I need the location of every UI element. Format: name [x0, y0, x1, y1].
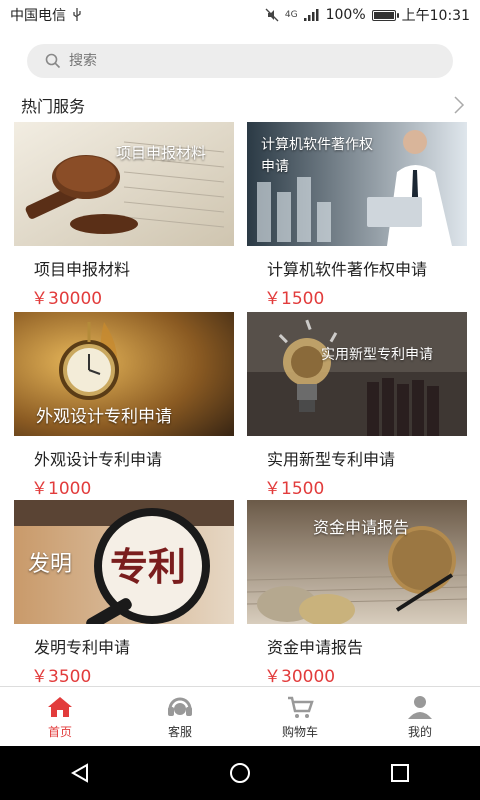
tab-profile[interactable]: 我的	[360, 687, 480, 747]
thumbnail-caption: 实用新型专利申请	[321, 347, 433, 363]
service-price: ￥1500	[264, 289, 325, 309]
tab-label: 我的	[407, 724, 432, 739]
service-name: 项目申报材料	[34, 260, 131, 279]
cart-icon	[288, 696, 314, 718]
chevron-right-icon[interactable]	[453, 95, 465, 115]
tab-customer-service[interactable]: 客服	[120, 687, 240, 747]
service-card[interactable]: 资金申请报告 资金申请报告 ￥30000	[247, 500, 467, 687]
service-thumbnail: 项目申报材料	[14, 122, 234, 246]
profile-icon	[408, 695, 432, 719]
service-card[interactable]: 计算机软件著作权 申请 计算机软件著作权申请 ￥1500	[247, 122, 467, 309]
section-title: 热门服务	[21, 97, 86, 116]
service-card[interactable]: 实用新型专利申请 实用新型专利申请 ￥1500	[247, 312, 467, 499]
tab-cart[interactable]: 购物车	[240, 687, 360, 747]
service-card[interactable]: 项目申报材料 项目申报材料 ￥30000	[14, 122, 234, 309]
carrier-label: 中国电信	[10, 8, 66, 24]
battery-percent: 100%	[325, 7, 366, 23]
thumbnail-caption-big: 专利	[110, 545, 187, 589]
headset-icon	[168, 697, 192, 716]
service-name: 计算机软件著作权申请	[267, 260, 428, 279]
service-name: 资金申请报告	[267, 638, 364, 657]
system-nav-bar	[0, 746, 480, 800]
status-bar: 中国电信 4G 100% 上午10:31	[0, 0, 480, 30]
tab-label: 首页	[47, 724, 72, 739]
thumbnail-caption: 外观设计专利申请	[36, 407, 172, 427]
service-thumbnail: 资金申请报告	[247, 500, 467, 624]
service-thumbnail: 外观设计专利申请	[14, 312, 234, 436]
service-thumbnail: 发明 专利	[14, 500, 234, 624]
search-icon	[45, 53, 61, 69]
service-price: ￥30000	[264, 667, 336, 687]
service-name: 发明专利申请	[34, 638, 131, 657]
thumbnail-caption: 项目申报材料	[116, 144, 207, 162]
home-circle-icon[interactable]	[229, 762, 251, 784]
service-thumbnail: 实用新型专利申请	[247, 312, 467, 436]
service-card[interactable]: 发明 专利 发明专利申请 ￥3500	[14, 500, 234, 687]
tab-label: 客服	[167, 724, 192, 739]
recents-icon[interactable]	[389, 762, 411, 784]
back-icon[interactable]	[69, 762, 91, 784]
service-price: ￥30000	[31, 289, 103, 309]
search-bar[interactable]	[27, 44, 453, 78]
clock: 上午10:31	[401, 8, 470, 24]
thumbnail-caption: 资金申请报告	[313, 518, 410, 537]
thumbnail-caption-left: 发明	[28, 552, 73, 577]
home-icon	[48, 696, 72, 717]
bottom-tab-bar: 首页 客服 购物车 我的	[0, 686, 480, 747]
service-name: 外观设计专利申请	[34, 450, 163, 469]
service-name: 实用新型专利申请	[267, 450, 396, 469]
service-price: ￥1500	[264, 479, 325, 499]
battery-icon	[371, 9, 399, 21]
service-card[interactable]: 外观设计专利申请 外观设计专利申请 ￥1000	[14, 312, 234, 499]
usb-icon	[73, 8, 81, 21]
service-thumbnail: 计算机软件著作权 申请	[247, 122, 467, 246]
network-type-label: 4G	[284, 10, 298, 20]
mute-icon	[265, 8, 279, 22]
tab-home[interactable]: 首页	[0, 687, 120, 747]
service-price: ￥3500	[31, 667, 92, 687]
search-input[interactable]	[67, 52, 411, 70]
service-price: ￥1000	[31, 479, 92, 499]
tab-label: 购物车	[281, 724, 318, 739]
signal-icon	[303, 9, 319, 21]
section-header: 热门服务	[21, 92, 465, 118]
thumbnail-caption: 计算机软件著作权 申请	[261, 137, 373, 175]
